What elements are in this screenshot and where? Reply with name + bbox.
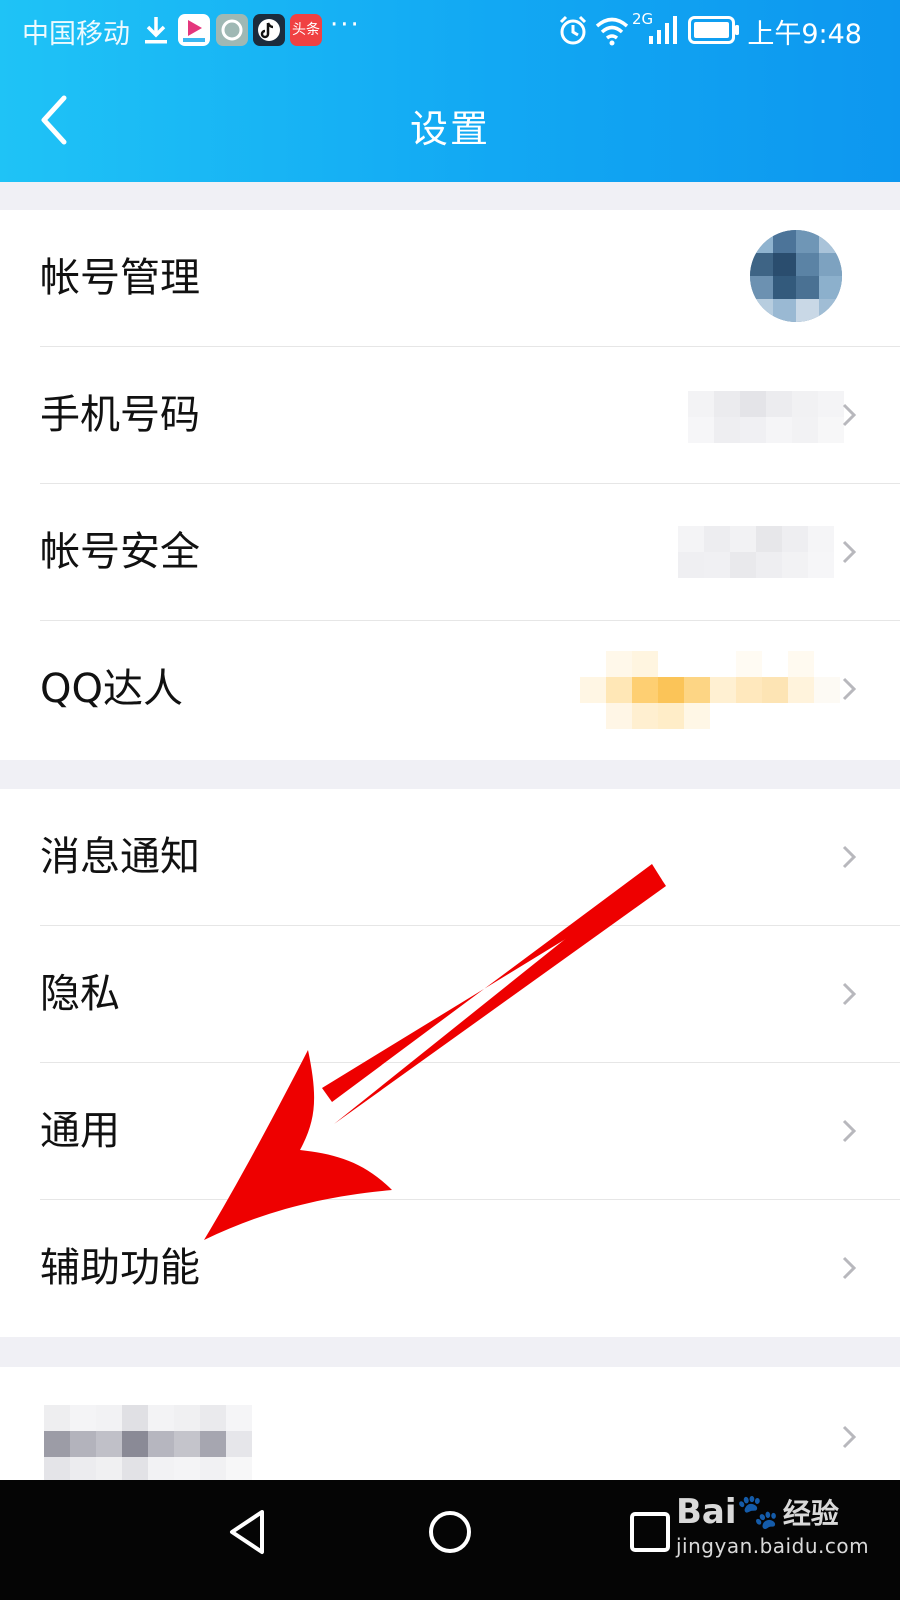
browser-app-icon: [216, 14, 248, 46]
toutiao-app-icon: 头条: [290, 14, 322, 46]
blurred-row-label: [44, 1405, 278, 1480]
home-circle-icon[interactable]: [420, 1502, 480, 1562]
toutiao-badge-text: 头条: [292, 22, 320, 38]
baidu-jingyan-watermark: Bai🐾 经验 jingyan.baidu.com: [676, 1492, 869, 1558]
recents-square-icon[interactable]: [620, 1502, 680, 1562]
settings-row-accessibility[interactable]: 辅助功能: [0, 1200, 900, 1337]
settings-row-account-security[interactable]: 帐号安全: [0, 484, 900, 621]
settings-row-label: 消息通知: [40, 834, 200, 880]
settings-row-label: 隐私: [40, 971, 120, 1017]
settings-row-label: 帐号管理: [40, 255, 200, 301]
settings-row-qq-expert[interactable]: QQ达人: [0, 621, 900, 758]
watermark-logo-text: Bai: [676, 1492, 737, 1532]
watermark-logo-cn: 经验: [782, 1497, 839, 1530]
app-header: 中国移动 头条 ··· 2G 上午9:48 设置: [0, 0, 900, 182]
chevron-right-icon: [842, 540, 856, 564]
back-triangle-icon[interactable]: [218, 1502, 278, 1562]
status-bar: 中国移动 头条 ··· 2G 上午9:48: [0, 0, 900, 60]
more-notifications-icon: ···: [330, 10, 361, 40]
blurred-expert-value: [580, 651, 840, 729]
chevron-right-icon: [842, 845, 856, 869]
settings-row-label: 通用: [40, 1108, 120, 1154]
watermark-url: jingyan.baidu.com: [676, 1534, 870, 1558]
blurred-phone-value: [688, 391, 844, 443]
chevron-right-icon: [842, 982, 856, 1006]
settings-row-label: 辅助功能: [40, 1245, 200, 1291]
alarm-icon: [559, 15, 587, 45]
tiktok-app-icon: [253, 14, 285, 46]
page-title: 设置: [409, 107, 490, 151]
settings-row-message-notification[interactable]: 消息通知: [0, 789, 900, 926]
chevron-right-icon: [842, 403, 856, 427]
settings-row-general[interactable]: 通用: [0, 1063, 900, 1200]
signal-icon: [649, 16, 677, 44]
settings-row-privacy[interactable]: 隐私: [0, 926, 900, 1063]
settings-row-blurred[interactable]: [0, 1367, 900, 1480]
status-time: 上午9:48: [747, 19, 862, 50]
carrier-name: 中国移动: [22, 19, 130, 50]
chevron-right-icon: [842, 677, 856, 701]
title-bar: 设置: [0, 60, 900, 182]
chevron-right-icon: [842, 1256, 856, 1280]
battery-icon: [688, 16, 739, 44]
settings-row-phone-number[interactable]: 手机号码: [0, 347, 900, 484]
settings-row-account-management[interactable]: 帐号管理: [0, 210, 900, 347]
general-settings-group: 消息通知 隐私 通用 辅助功能: [0, 789, 900, 1337]
wifi-icon: [595, 17, 629, 46]
avatar-icon: [750, 230, 842, 322]
blurred-security-value: [678, 526, 834, 578]
chevron-right-icon: [842, 1119, 856, 1143]
bottom-settings-group: [0, 1367, 900, 1480]
settings-row-label: 手机号码: [40, 392, 200, 438]
youku-app-icon: [178, 14, 210, 46]
account-settings-group: 帐号管理 手机号码 帐号安全 QQ达人: [0, 210, 900, 760]
system-nav-bar: Bai🐾 经验 jingyan.baidu.com: [0, 1480, 900, 1600]
chevron-right-icon: [842, 1425, 856, 1449]
settings-row-label: QQ达人: [40, 666, 183, 712]
paw-icon: 🐾: [736, 1492, 779, 1532]
watermark-logo: Bai🐾 经验: [676, 1492, 869, 1532]
download-icon: [145, 17, 167, 44]
settings-row-label: 帐号安全: [40, 529, 200, 575]
